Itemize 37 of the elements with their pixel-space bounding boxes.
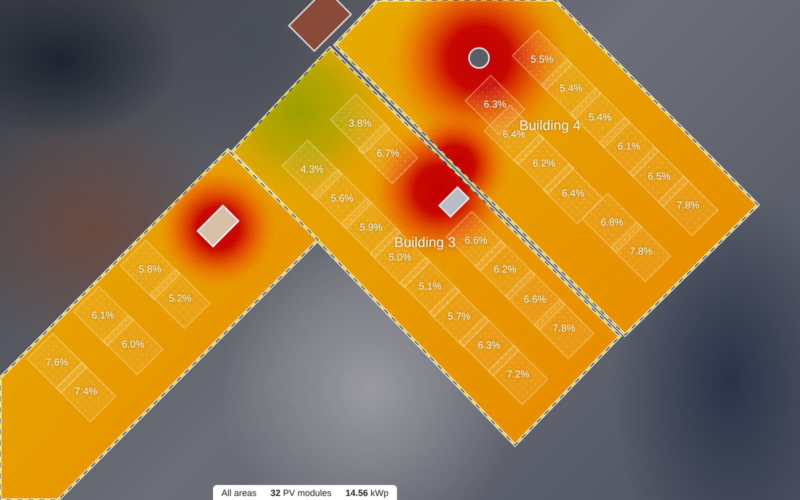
module-yield-label: 5.6%: [330, 194, 354, 204]
module-yield-label: 5.7%: [448, 312, 470, 322]
module-yield-label: 6.0%: [122, 340, 144, 350]
module-yield-label: 6.3%: [478, 340, 500, 352]
module-yield-label: 6.2%: [532, 158, 556, 170]
module-yield-label: 7.8%: [676, 200, 700, 212]
module-yield-label: 5.8%: [138, 264, 162, 276]
module-yield-label: 5.2%: [168, 294, 192, 304]
module-yield-label: 6.1%: [92, 310, 114, 322]
building-label: Building 3: [394, 234, 456, 250]
module-yield-label: 3.8%: [348, 118, 372, 130]
module-yield-label: 5.4%: [588, 112, 612, 124]
module-yield-label: 5.5%: [530, 54, 554, 66]
module-yield-label: 5.4%: [560, 84, 582, 94]
module-yield-label: 6.6%: [524, 294, 546, 306]
skylight-drawing: [196, 204, 240, 248]
power-total-text: 14.56 kWp: [346, 488, 389, 498]
module-yield-label: 4.3%: [300, 164, 324, 176]
area-filter-label: All areas: [221, 488, 256, 498]
module-yield-label: 6.2%: [494, 264, 516, 276]
module-yield-label: 7.6%: [46, 358, 68, 368]
module-yield-label: 6.5%: [648, 172, 670, 182]
module-yield-label: 6.4%: [562, 188, 584, 200]
module-yield-label: 7.8%: [630, 246, 652, 258]
module-yield-label: 7.8%: [552, 324, 576, 334]
module-count-text: 32 PV modules: [270, 488, 332, 498]
module-yield-label: 6.8%: [600, 218, 624, 228]
module-yield-label: 6.6%: [464, 236, 488, 246]
module-yield-label: 7.4%: [74, 386, 98, 398]
module-yield-label: 6.3%: [484, 100, 506, 110]
module-yield-label: 7.2%: [506, 370, 530, 380]
module-yield-label: 5.1%: [418, 282, 442, 292]
module-yield-label: 5.0%: [388, 252, 412, 264]
module-yield-label: 6.7%: [376, 148, 400, 160]
vent-drawing: [468, 47, 490, 69]
module-yield-label: 5.9%: [360, 222, 382, 234]
module-yield-label: 6.1%: [618, 142, 640, 152]
